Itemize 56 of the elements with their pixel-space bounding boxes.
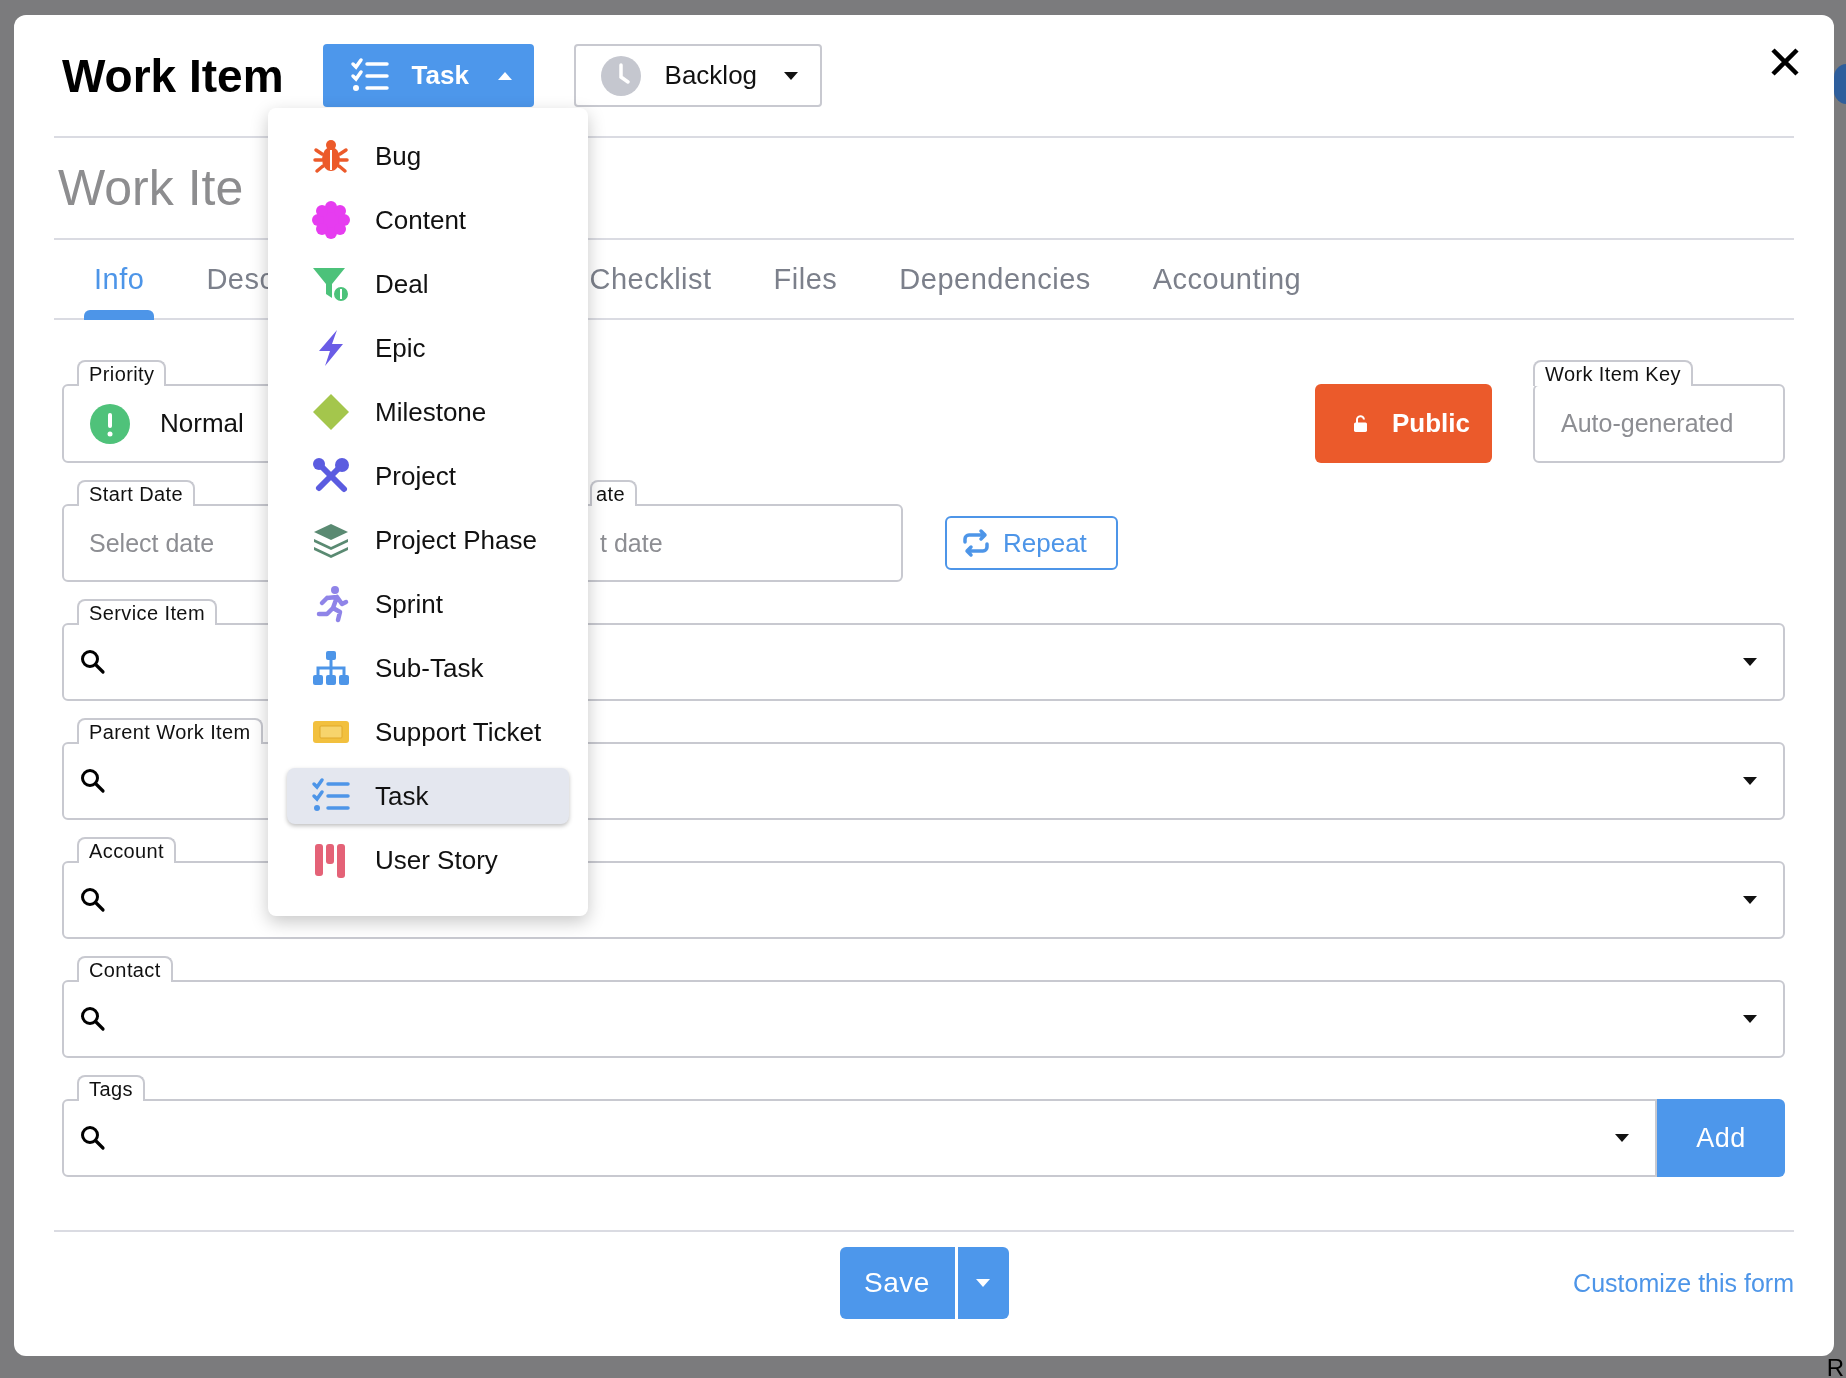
caret-icon (1615, 1134, 1629, 1142)
backdrop-text: R (1826, 1354, 1844, 1378)
close-icon[interactable] (1770, 46, 1800, 77)
tab[interactable]: Files (759, 240, 852, 318)
field-label: Contact (77, 956, 173, 982)
dialog-title: Work Item (62, 48, 284, 103)
menu-item[interactable]: Support Ticket (287, 704, 569, 760)
field-label: Tags (77, 1075, 145, 1101)
caret-icon (1743, 658, 1757, 666)
repeat-icon (961, 528, 991, 558)
search-icon (80, 1125, 106, 1151)
customize-link[interactable]: Customize this form (1573, 1268, 1794, 1298)
diamond-icon (311, 392, 351, 432)
field-label: ate (590, 480, 637, 506)
caret-icon (1743, 777, 1757, 785)
field-label: Parent Work Item (77, 718, 263, 744)
caret-icon (1743, 896, 1757, 904)
menu-item[interactable]: Task (287, 768, 569, 824)
tab[interactable]: Accounting (1138, 240, 1316, 318)
key-field[interactable]: Auto-generated (1533, 384, 1785, 463)
save-options-button[interactable] (957, 1247, 1009, 1319)
tab[interactable]: Dependencies (885, 240, 1105, 318)
priority-value: Normal (160, 408, 244, 439)
caret-icon (783, 71, 798, 80)
tab[interactable]: Info (80, 240, 159, 318)
menu-item[interactable]: Sub-Task (287, 640, 569, 696)
flower-icon (311, 200, 351, 240)
caret-icon (976, 1279, 990, 1287)
lookup-field[interactable] (62, 980, 1785, 1058)
hierarchy-icon (311, 648, 351, 688)
clock-icon (600, 55, 641, 96)
add-button[interactable]: Add (1657, 1099, 1785, 1177)
search-icon (80, 768, 106, 794)
menu-item[interactable]: Bug (287, 128, 569, 184)
field-label: Service Item (77, 599, 217, 625)
title-field[interactable]: Work Ite (54, 158, 244, 218)
search-icon (80, 887, 106, 913)
field-label: Account (77, 837, 177, 863)
public-button[interactable]: Public (1315, 384, 1492, 463)
menu-item[interactable]: Epic (287, 320, 569, 376)
menu-item[interactable]: Deal (287, 256, 569, 312)
status-dropdown-button[interactable]: Backlog (573, 44, 822, 107)
alert-icon (90, 403, 130, 444)
save-button[interactable]: Save (839, 1247, 955, 1319)
search-icon (80, 1006, 106, 1032)
caret-icon (1743, 1015, 1757, 1023)
repeat-button[interactable]: Repeat (945, 516, 1118, 570)
search-icon (80, 649, 106, 675)
field-label: Priority (77, 360, 167, 386)
type-dropdown-button[interactable]: Task (322, 44, 534, 107)
menu-item[interactable]: User Story (287, 832, 569, 888)
menu-item[interactable]: Content (287, 192, 569, 248)
field-label: Work Item Key (1533, 360, 1693, 386)
tab[interactable]: Checklist (575, 240, 726, 318)
field-label: Start Date (77, 480, 196, 506)
tags-field[interactable] (62, 1099, 1657, 1177)
